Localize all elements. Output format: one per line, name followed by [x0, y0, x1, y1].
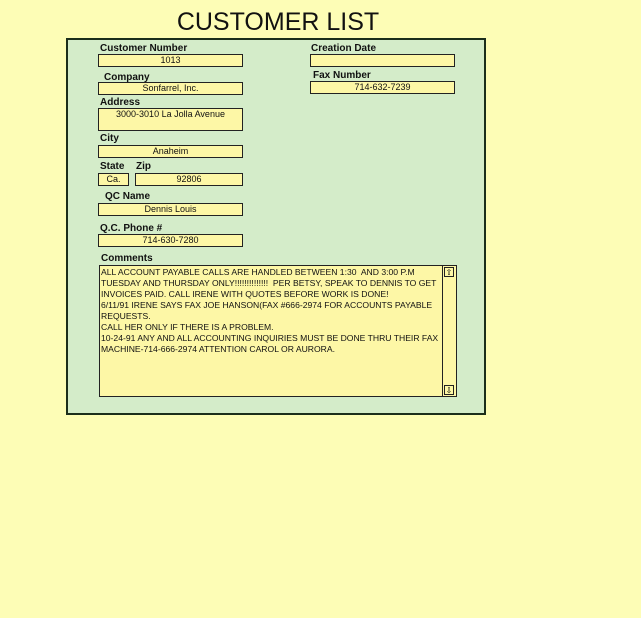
state-field[interactable]: Ca.: [98, 173, 129, 186]
zip-label: Zip: [136, 161, 151, 172]
comments-scrollbar[interactable]: ⇧ ⇩: [442, 266, 456, 396]
comments-label: Comments: [101, 253, 153, 264]
company-field[interactable]: Sonfarrel, Inc.: [98, 82, 243, 95]
zip-field[interactable]: 92806: [135, 173, 243, 186]
city-label: City: [100, 133, 119, 144]
customer-form: Customer Number 1013 Company Sonfarrel, …: [66, 38, 486, 415]
comments-textarea[interactable]: ALL ACCOUNT PAYABLE CALLS ARE HANDLED BE…: [99, 265, 457, 397]
city-field[interactable]: Anaheim: [98, 145, 243, 158]
qc-name-field[interactable]: Dennis Louis: [98, 203, 243, 216]
page-title: CUSTOMER LIST: [176, 8, 380, 36]
arrow-up-icon[interactable]: ⇧: [444, 267, 454, 277]
customer-number-label: Customer Number: [100, 43, 188, 54]
address-label: Address: [100, 97, 141, 108]
fax-number-field[interactable]: 714-632-7239: [310, 81, 455, 94]
fax-number-label: Fax Number: [313, 70, 371, 81]
comments-text: ALL ACCOUNT PAYABLE CALLS ARE HANDLED BE…: [101, 267, 439, 354]
address-field[interactable]: 3000-3010 La Jolla Avenue: [98, 108, 243, 131]
qc-phone-label: Q.C. Phone #: [100, 223, 163, 234]
qc-phone-field[interactable]: 714-630-7280: [98, 234, 243, 247]
arrow-down-icon[interactable]: ⇩: [444, 385, 454, 395]
creation-date-label: Creation Date: [311, 43, 377, 54]
customer-number-field[interactable]: 1013: [98, 54, 243, 67]
state-label: State: [100, 161, 125, 172]
creation-date-field[interactable]: [310, 54, 455, 67]
qc-name-label: QC Name: [105, 191, 151, 202]
